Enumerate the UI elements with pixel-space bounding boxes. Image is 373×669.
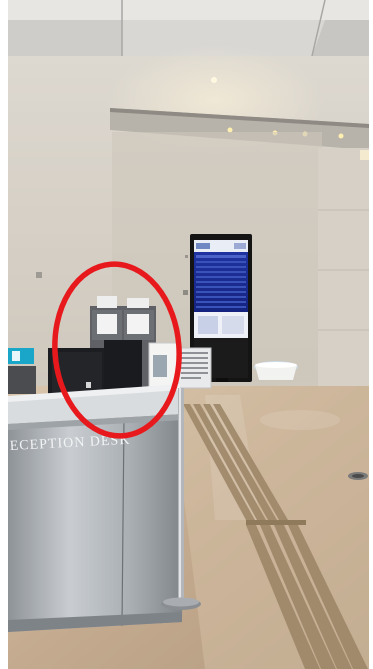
- lobby-photo: ECEPTION DESK: [0, 0, 373, 669]
- blue-sign: [8, 348, 34, 364]
- pillar: [318, 148, 369, 386]
- right-frame: [369, 0, 373, 669]
- left-frame: [0, 0, 8, 669]
- photo-scene: ECEPTION DESK: [0, 0, 373, 669]
- ceiling-panel-left: [8, 20, 122, 56]
- ceiling-light: [211, 77, 217, 83]
